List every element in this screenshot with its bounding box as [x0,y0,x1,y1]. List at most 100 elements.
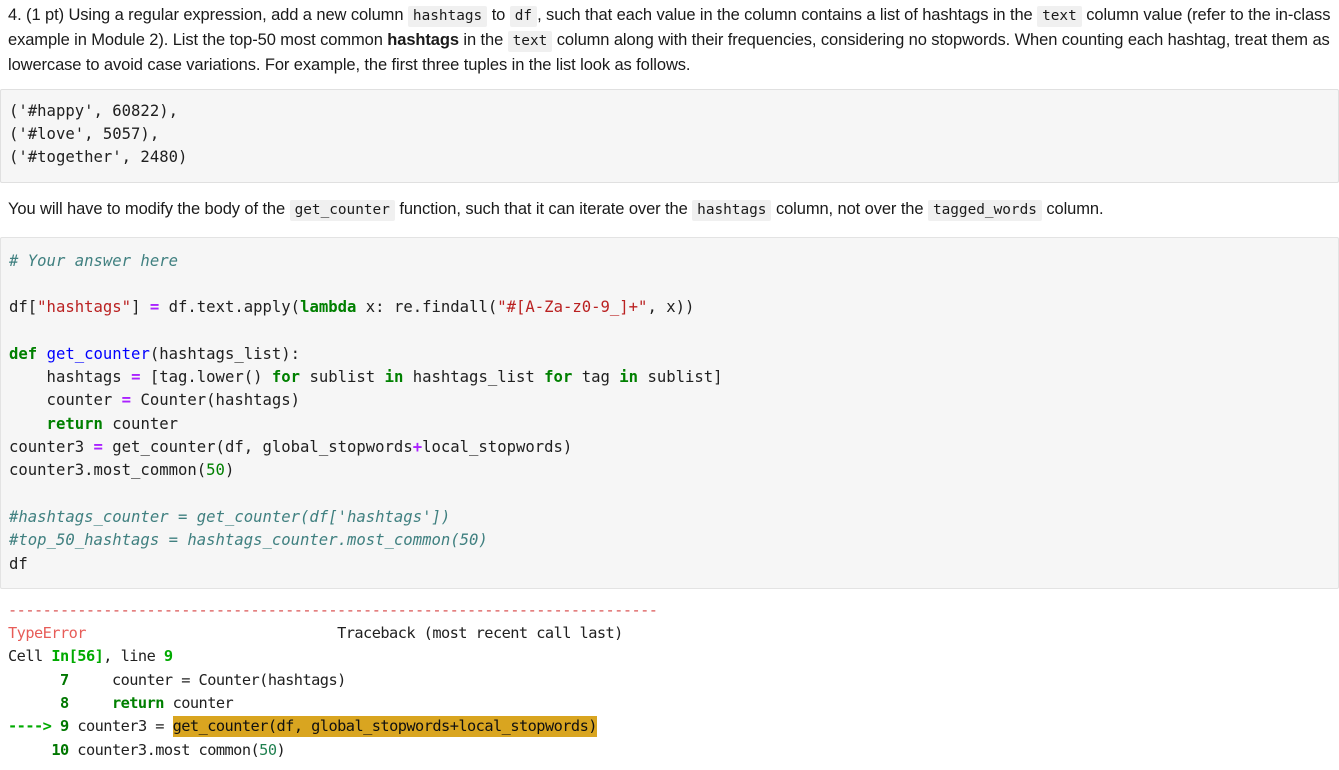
traceback-header: TypeError Traceback (most recent call la… [8,622,1331,645]
inline-code-df: df [509,6,538,27]
example-output-line-2: ('#love', 5057), [9,124,160,143]
code-call-c: local_stopwords) [422,438,573,457]
code-most-common-a: counter3.most_common( [9,461,207,480]
traceback-header-spacer [86,624,337,642]
traceback-divider: ----------------------------------------… [8,600,658,619]
traceback-error-name: TypeError [8,624,86,643]
code-assign-prefix: df[ [9,298,38,317]
traceback-row-code: counter = Counter(hashtags) [111,670,346,689]
traceback-code-row: 8 return counter [8,692,1331,715]
code-commented-line-1: #hashtags_counter = get_counter(df['hash… [9,507,451,526]
code-most-common-number: 50 [206,461,225,480]
traceback-row-code-prefix: counter3 = [77,717,173,736]
traceback-row-lineno: 8 [59,694,69,713]
traceback-row-marker [8,694,60,712]
example-output-line-3: ('#together', 2480) [9,148,188,167]
question-text-part1: Using a regular expression, add a new co… [68,6,404,24]
code-function-name: get_counter [46,344,150,363]
code-call-operator: = [93,438,103,457]
traceback-cell-id: In[56] [51,647,104,666]
question-paragraph: 4. (1 pt) Using a regular expression, ad… [0,0,1339,78]
code-call-plus: + [412,438,423,457]
traceback-row-marker [8,741,51,759]
code-call-a: counter3 [9,438,94,457]
inline-code-text-2: text [507,31,553,53]
question-bold-hashtags: hashtags [387,31,459,50]
code-body1-c: sublist [300,368,385,387]
traceback-row-number: 50 [259,740,277,759]
inline-code-hashtags-2: hashtags [692,199,772,221]
example-output-line-1: ('#happy', 60822), [9,101,178,120]
question-text-part2: , such that each value in the column con… [537,6,1033,24]
code-body1-f: sublist] [638,368,723,387]
hint-text-part3: column, not over the [775,199,924,218]
traceback-row-marker [8,671,60,689]
traceback-row-code: counter [163,694,234,713]
code-assign-rest: df.text.apply( [159,298,301,317]
code-commented-line-2: #top_50_hashtags = hashtags_counter.most… [9,531,488,550]
code-body1-d: hashtags_list [403,368,545,387]
traceback-cell-mid: , line [103,647,164,666]
code-comment-header: # Your answer here [9,251,178,270]
hint-text-part4: column. [1046,199,1104,218]
hint-paragraph: You will have to modify the body of the … [0,183,1339,225]
traceback-row-lineno: 10 [51,740,69,759]
code-call-b: get_counter(df, global_stopwords [102,438,413,457]
inline-code-hashtags: hashtags [407,6,488,27]
code-keyword-for-2: for [544,368,573,387]
code-assign-mid: ] [131,298,150,317]
traceback-code-row-error: ----> 9 counter3 = get_counter(df, globa… [8,715,1331,738]
inline-code-get-counter: get_counter [289,199,395,221]
traceback-row-indent [69,671,112,689]
traceback-row-lineno: 9 [59,717,69,736]
hint-text-part2: function, such that it can iterate over … [399,199,688,218]
question-number: 4. [8,6,22,24]
traceback-cell-line-number: 9 [163,647,173,666]
code-body1-b: [tag.lower() [140,368,272,387]
code-most-common-b: ) [224,461,235,480]
traceback-row-code-tail: ) [276,740,286,759]
hint-text-part1: You will have to modify the body of the [8,199,286,218]
traceback-row-indent [69,694,112,712]
code-body2-operator: = [121,391,132,410]
traceback-rule: ----------------------------------------… [8,599,1331,622]
code-keyword-for-1: for [271,368,301,387]
traceback-header-right: Traceback (most recent call last) [337,624,623,643]
traceback-highlighted-call: get_counter(df, global_stopwords+local_s… [172,716,597,738]
code-regex-literal: "#[A-Za-z0-9_]+" [497,298,648,317]
example-output-box: ('#happy', 60822), ('#love', 5057), ('#t… [0,88,1339,183]
traceback-row-lineno: 7 [59,670,69,689]
code-keyword-in-1: in [384,368,404,387]
code-keyword-lambda: lambda [300,298,357,317]
traceback-cell-ref-line: Cell In[56], line 9 [8,645,1331,668]
traceback-error-arrow: ----> [8,717,52,736]
traceback-row-gap [51,717,60,735]
code-body2-a: counter [9,391,122,410]
code-body3-b: counter [102,414,178,433]
code-keyword-return: return [9,414,103,433]
code-body1-a: hashtags [9,368,132,387]
code-body1-e: tag [572,368,620,387]
question-points: (1 pt) [26,6,64,24]
code-assign-operator: = [149,298,160,317]
code-assign-key: "hashtags" [37,298,132,317]
code-assign-tail: , x)) [647,298,695,317]
traceback-keyword-return: return [111,694,165,713]
code-df-line: df [9,554,28,573]
code-keyword-def: def [9,344,38,363]
traceback-code-row: 7 counter = Counter(hashtags) [8,669,1331,692]
inline-code-text-1: text [1037,6,1082,27]
question-word-in-the: in the [463,31,504,50]
traceback-output: ----------------------------------------… [0,588,1339,762]
code-def-args: (hashtags_list): [149,344,301,363]
question-word-to: to [491,6,506,24]
traceback-row-code: counter3.most common( [68,740,260,759]
traceback-cell-word: Cell [8,647,52,666]
code-keyword-in-2: in [619,368,639,387]
traceback-code-row: 10 counter3.most common(50) [8,739,1331,762]
code-body2-b: Counter(hashtags) [131,391,301,410]
code-cell-input[interactable]: # Your answer here df["hashtags"] = df.t… [0,236,1339,589]
code-cell-source[interactable]: # Your answer here df["hashtags"] = df.t… [9,250,1330,576]
code-lambda-rest: x: re.findall( [356,298,498,317]
inline-code-tagged-words: tagged_words [927,199,1042,221]
